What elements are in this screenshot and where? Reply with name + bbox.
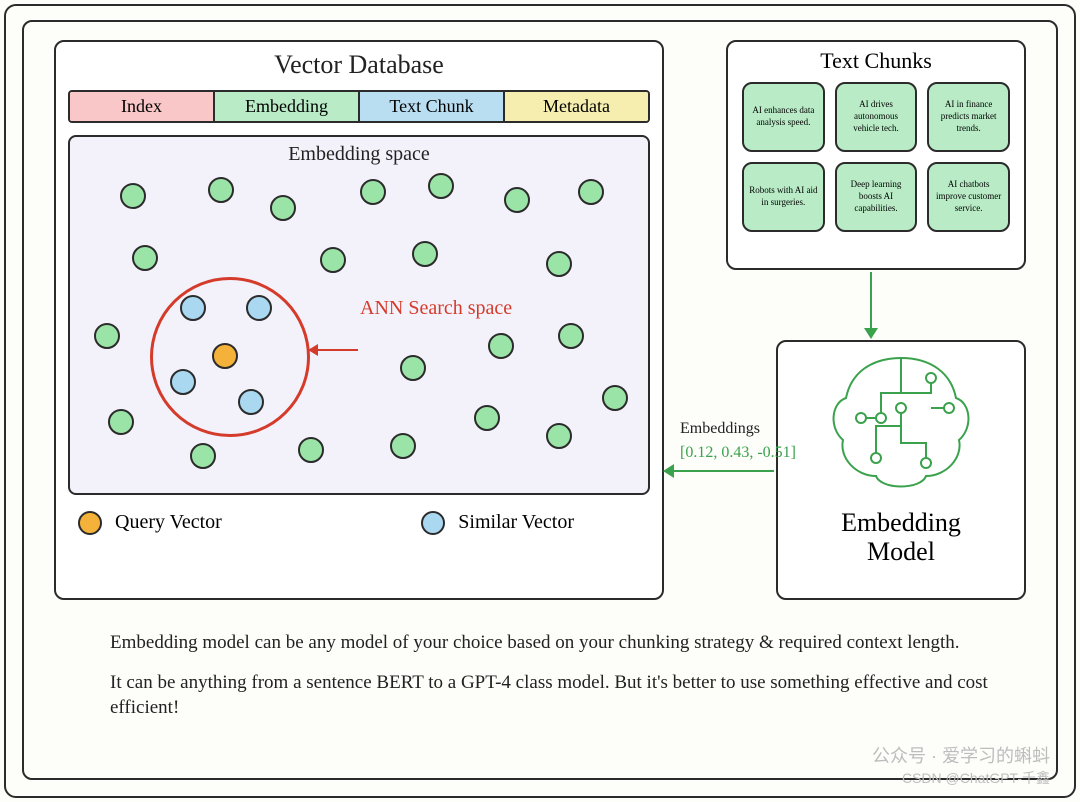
brain-circuit-icon [821,348,981,498]
vector-dot [474,405,500,431]
vector-dot [546,423,572,449]
text-chunks-panel: Text Chunks AI enhances data analysis sp… [726,40,1026,270]
vector-dot [390,433,416,459]
text-chunk: Robots with AI aid in surgeries. [742,162,825,232]
vector-dot [546,251,572,277]
vector-dot [360,179,386,205]
vector-dot [428,173,454,199]
vector-dot [132,245,158,271]
watermark-wechat: 公众号 · 爱学习的蝌蚪 [872,742,1050,768]
vector-dot [558,323,584,349]
similar-vector-dot [180,295,206,321]
similar-vector-dot [238,389,264,415]
vector-dot [270,195,296,221]
text-chunk: AI chatbots improve customer service. [927,162,1010,232]
legend-similar: Similar Vector [421,511,574,535]
vector-dot [320,247,346,273]
column-text-chunk: Text Chunk [360,92,505,121]
vector-database-title: Vector Database [56,42,662,90]
column-index: Index [70,92,215,121]
column-metadata: Metadata [505,92,648,121]
text-chunk: Deep learning boosts AI capabilities. [835,162,918,232]
text-chunks-title: Text Chunks [728,42,1024,82]
embeddings-example-vector: [0.12, 0.43, -0.51] [680,444,796,462]
text-chunk: AI enhances data analysis speed. [742,82,825,152]
vector-dot [504,187,530,213]
vector-dot [208,177,234,203]
description-p2: It can be anything from a sentence BERT … [110,670,1000,721]
vector-dot [190,443,216,469]
ann-arrow [310,349,358,351]
vector-dot [108,409,134,435]
similar-swatch-icon [421,511,445,535]
similar-vector-dot [246,295,272,321]
vector-dot [488,333,514,359]
embedding-model-title-l2: Model [867,537,935,566]
vector-dot [94,323,120,349]
vector-database-columns: Index Embedding Text Chunk Metadata [68,90,650,123]
legend-query: Query Vector [78,511,222,535]
similar-vector-dot [170,369,196,395]
arrow-model-to-db [666,470,774,472]
vector-dot [120,183,146,209]
query-vector-dot [212,343,238,369]
watermark-csdn: CSDN @ChatGPT-千鑫 [872,768,1050,788]
legend: Query Vector Similar Vector [56,495,662,535]
vector-dot [578,179,604,205]
description-text: Embedding model can be any model of your… [110,630,1000,735]
embedding-space-title: Embedding space [70,137,648,166]
text-chunk: AI in finance predicts market trends. [927,82,1010,152]
column-embedding: Embedding [215,92,360,121]
text-chunks-grid: AI enhances data analysis speed. AI driv… [728,82,1024,242]
vector-database-panel: Vector Database Index Embedding Text Chu… [54,40,664,600]
description-p1: Embedding model can be any model of your… [110,630,1000,656]
legend-similar-label: Similar Vector [458,511,574,533]
embedding-model-title-l1: Embedding [841,508,961,537]
legend-query-label: Query Vector [115,511,222,533]
embedding-space: Embedding space ANN Search space [68,135,650,495]
text-chunk: AI drives autonomous vehicle tech. [835,82,918,152]
embedding-model-panel: Embedding Model [776,340,1026,600]
ann-search-label: ANN Search space [360,297,512,320]
embedding-model-title: Embedding Model [778,509,1024,566]
vector-dot [602,385,628,411]
query-swatch-icon [78,511,102,535]
watermark: 公众号 · 爱学习的蝌蚪 CSDN @ChatGPT-千鑫 [872,742,1050,788]
vector-dot [412,241,438,267]
arrow-chunks-to-model [870,272,872,336]
vector-dot [298,437,324,463]
vector-dot [400,355,426,381]
embeddings-label: Embeddings [680,420,760,438]
